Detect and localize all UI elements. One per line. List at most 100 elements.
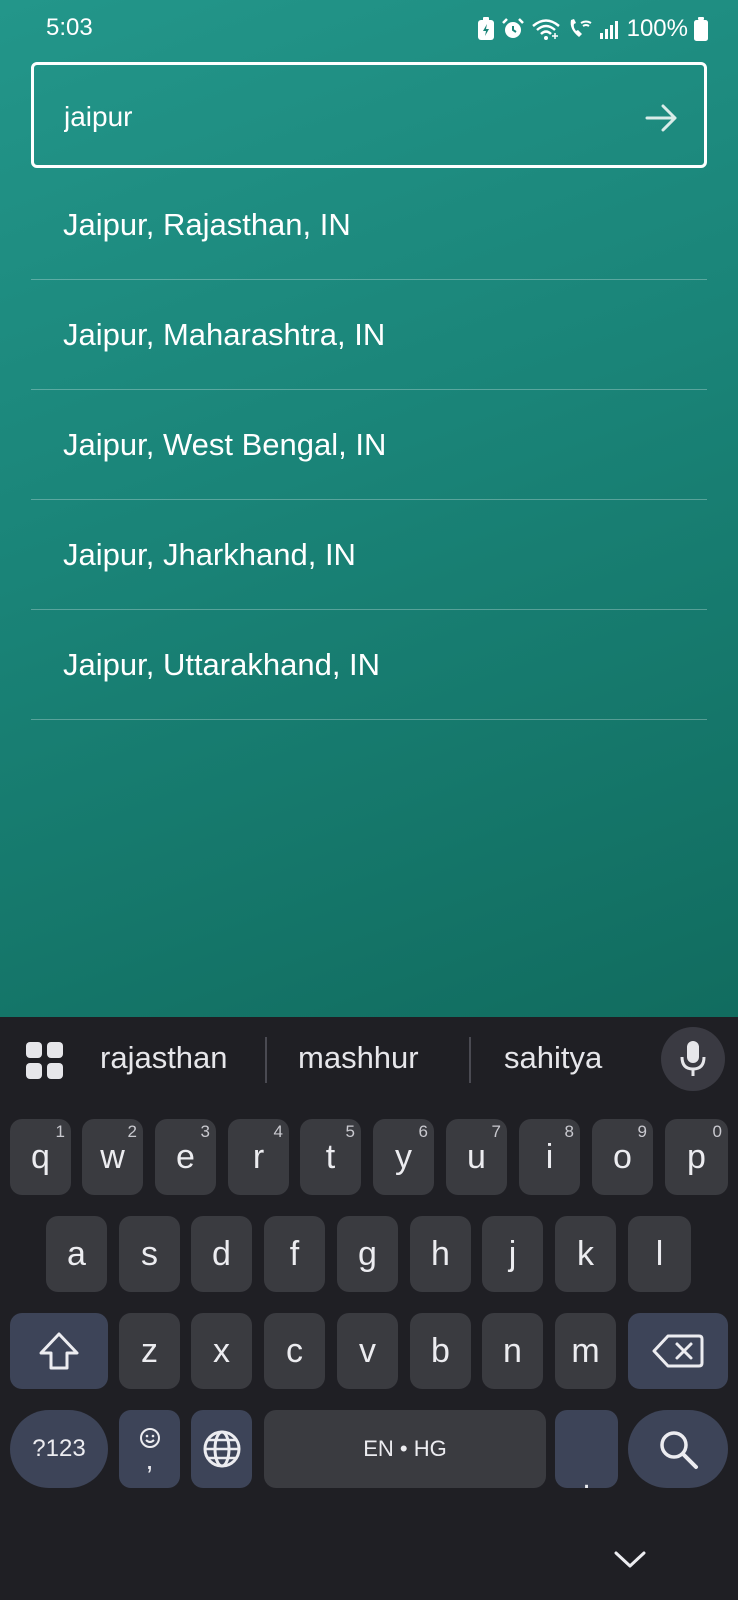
key-label: u — [467, 1137, 486, 1176]
key-hint: 2 — [127, 1122, 137, 1141]
key-w[interactable]: w2 — [82, 1119, 143, 1195]
battery-icon — [694, 17, 708, 41]
key-v[interactable]: v — [337, 1313, 398, 1389]
status-time: 5:03 — [46, 14, 93, 41]
key-label: c — [286, 1331, 303, 1370]
key-d[interactable]: d — [191, 1216, 252, 1292]
key-label: k — [577, 1234, 594, 1273]
space-key[interactable]: EN • HG — [264, 1410, 546, 1488]
key-hint: 4 — [273, 1122, 283, 1141]
key-label: s — [141, 1234, 158, 1273]
suggestion-item[interactable]: Jaipur, Jharkhand, IN — [31, 500, 707, 610]
word-suggestion[interactable]: mashhur — [298, 1040, 419, 1076]
search-box[interactable] — [31, 62, 707, 168]
key-hint: 9 — [637, 1122, 647, 1141]
keyboard: rajasthan mashhur sahitya q1 w2 e3 r4 t5… — [0, 1017, 738, 1600]
key-g[interactable]: g — [337, 1216, 398, 1292]
search-key[interactable] — [628, 1410, 728, 1488]
battery-percent: 100% — [626, 15, 688, 42]
key-y[interactable]: y6 — [373, 1119, 434, 1195]
language-key[interactable] — [191, 1410, 252, 1488]
key-e[interactable]: e3 — [155, 1119, 216, 1195]
keyboard-suggestion-strip: rajasthan mashhur sahitya — [0, 1017, 738, 1105]
key-h[interactable]: h — [410, 1216, 471, 1292]
key-hint: 8 — [564, 1122, 574, 1141]
key-label: y — [395, 1137, 412, 1176]
suggestion-item[interactable]: Jaipur, Rajasthan, IN — [31, 170, 707, 280]
key-hint: 5 — [345, 1122, 355, 1141]
shift-key[interactable] — [10, 1313, 108, 1389]
key-z[interactable]: z — [119, 1313, 180, 1389]
key-n[interactable]: n — [482, 1313, 543, 1389]
divider — [469, 1037, 471, 1083]
globe-icon — [203, 1430, 240, 1468]
chevron-down-icon — [614, 1551, 646, 1568]
divider — [265, 1037, 267, 1083]
key-label: j — [508, 1234, 517, 1273]
key-label: a — [67, 1234, 86, 1273]
key-label: q — [31, 1137, 50, 1176]
emoji-comma-key[interactable]: , — [119, 1410, 180, 1488]
suggestion-list: Jaipur, Rajasthan, IN Jaipur, Maharashtr… — [31, 170, 707, 720]
shift-icon — [39, 1332, 79, 1370]
key-label: p — [687, 1137, 706, 1176]
key-o[interactable]: o9 — [592, 1119, 653, 1195]
key-hint: 6 — [418, 1122, 428, 1141]
suggestion-item[interactable]: Jaipur, Uttarakhand, IN — [31, 610, 707, 720]
key-x[interactable]: x — [191, 1313, 252, 1389]
suggestion-item[interactable]: Jaipur, Maharashtra, IN — [31, 280, 707, 390]
key-label: z — [141, 1331, 158, 1370]
word-suggestion[interactable]: rajasthan — [100, 1040, 228, 1076]
key-label: h — [431, 1234, 450, 1273]
key-b[interactable]: b — [410, 1313, 471, 1389]
key-s[interactable]: s — [119, 1216, 180, 1292]
key-a[interactable]: a — [46, 1216, 107, 1292]
status-icons: 100% — [477, 14, 708, 44]
key-label: ?123 — [32, 1435, 86, 1462]
wifi-calling-icon — [567, 17, 593, 41]
key-label: w — [100, 1137, 125, 1176]
key-label: n — [503, 1331, 522, 1370]
microphone-icon — [680, 1041, 706, 1076]
key-t[interactable]: t5 — [300, 1119, 361, 1195]
key-label: f — [289, 1234, 300, 1273]
key-q[interactable]: q1 — [10, 1119, 71, 1195]
signal-icon — [599, 17, 619, 41]
period-key[interactable]: . — [555, 1410, 618, 1495]
hide-keyboard-button[interactable] — [610, 1547, 650, 1571]
wifi-icon — [531, 17, 561, 41]
key-label: m — [571, 1331, 600, 1370]
key-label: . — [582, 1462, 591, 1495]
key-r[interactable]: r4 — [228, 1119, 289, 1195]
suggestion-item[interactable]: Jaipur, West Bengal, IN — [31, 390, 707, 500]
search-input[interactable] — [64, 101, 624, 133]
key-p[interactable]: p0 — [665, 1119, 728, 1195]
microphone-button[interactable] — [661, 1027, 725, 1091]
app-screen: 5:03 100% jaipur Jaipur, Rajasthan, IN J… — [0, 0, 738, 1017]
apps-grid-icon[interactable] — [26, 1042, 63, 1079]
key-m[interactable]: m — [555, 1313, 616, 1389]
key-i[interactable]: i8 — [519, 1119, 580, 1195]
key-c[interactable]: c — [264, 1313, 325, 1389]
arrow-right-icon[interactable] — [642, 98, 682, 138]
key-u[interactable]: u7 — [446, 1119, 507, 1195]
key-hint: 1 — [55, 1122, 65, 1141]
key-label: EN • HG — [363, 1436, 447, 1461]
symbols-key[interactable]: ?123 — [10, 1410, 108, 1488]
alarm-icon — [501, 17, 525, 41]
key-label: x — [213, 1331, 230, 1370]
key-label: l — [655, 1234, 664, 1273]
battery-saver-icon — [477, 17, 495, 41]
key-l[interactable]: l — [628, 1216, 691, 1292]
key-k[interactable]: k — [555, 1216, 616, 1292]
key-label: , — [145, 1444, 154, 1475]
key-label: g — [358, 1234, 377, 1273]
key-label: e — [176, 1137, 195, 1176]
word-suggestion[interactable]: sahitya — [504, 1040, 602, 1076]
key-label: t — [325, 1137, 336, 1176]
key-hint: 0 — [712, 1122, 722, 1141]
key-hint: 7 — [491, 1122, 501, 1141]
key-j[interactable]: j — [482, 1216, 543, 1292]
key-f[interactable]: f — [264, 1216, 325, 1292]
backspace-key[interactable] — [628, 1313, 728, 1389]
